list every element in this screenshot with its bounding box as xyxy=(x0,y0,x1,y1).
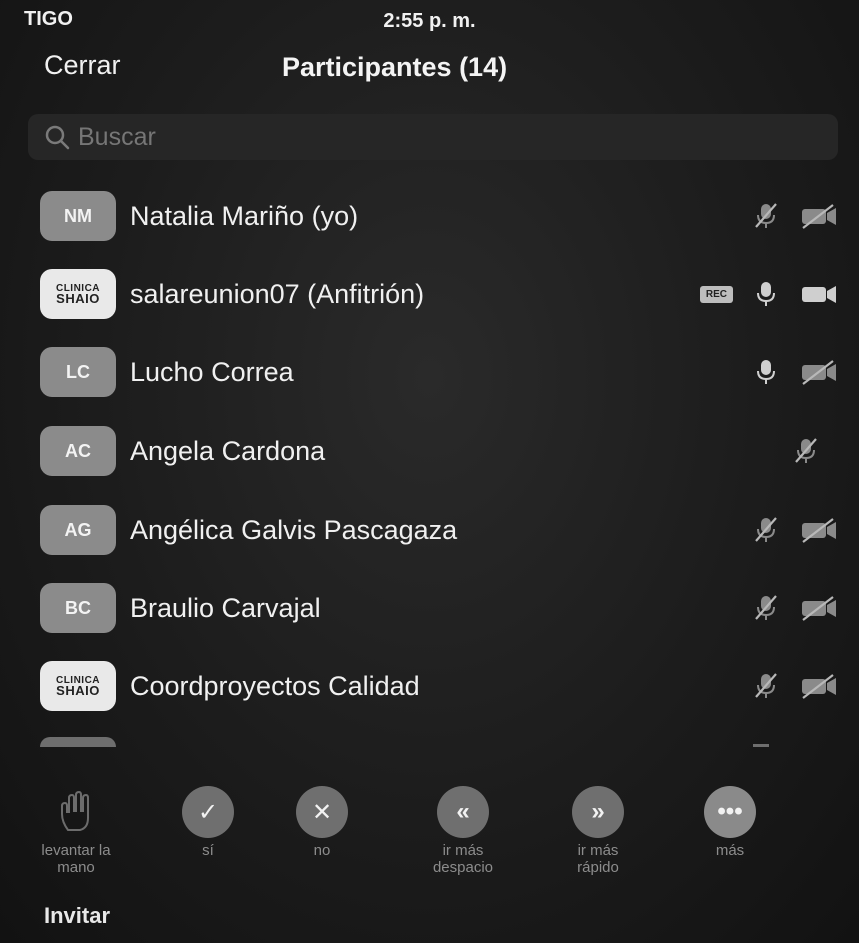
participant-name: Angélica Galvis Pascagaza xyxy=(130,514,458,545)
participant-name: salareunion07 (Anfitrión) xyxy=(130,278,425,309)
participant-status-icons xyxy=(751,201,839,231)
search-icon xyxy=(45,125,70,150)
participant-row[interactable]: CLINICA SHAIO Coordproyectos Calidad xyxy=(0,647,859,725)
invite-button[interactable]: Invitar xyxy=(44,903,110,929)
participant-status-icons xyxy=(791,436,839,466)
participant-avatar: LC xyxy=(40,347,116,397)
reaction-label-line: ir más xyxy=(577,842,619,859)
reaction-label-line: más xyxy=(715,842,745,859)
mic-muted-icon xyxy=(751,671,781,701)
participant-name: Natalia Mariño (yo) xyxy=(130,200,359,231)
reaction-label: no xyxy=(252,842,392,859)
reaction-go-faster-button[interactable]: » ir más rápido xyxy=(528,786,668,876)
participant-row[interactable]: NM Natalia Mariño (yo) xyxy=(0,177,859,255)
mic-muted-icon xyxy=(751,515,781,545)
participant-logo-avatar: CLINICA SHAIO xyxy=(40,661,116,711)
participants-screen: TIGO 2:55 p. m. Cerrar Participantes (14… xyxy=(0,0,859,943)
status-time: 2:55 p. m. xyxy=(383,10,476,32)
x-icon: ✕ xyxy=(296,786,348,838)
close-button[interactable]: Cerrar xyxy=(44,50,121,81)
mic-muted-icon xyxy=(751,201,781,231)
reaction-label-line: despacio xyxy=(432,859,494,876)
participant-name: Lucho Correa xyxy=(130,356,294,387)
video-off-icon xyxy=(799,515,839,545)
reaction-label-line: mano xyxy=(57,859,95,876)
reaction-label-line: no xyxy=(313,842,331,859)
video-off-icon xyxy=(799,671,839,701)
rewind-icon: « xyxy=(437,786,489,838)
reactions-bar: levantar la mano ✓ sí ✕ no «ir más despacio» ir … xyxy=(0,780,859,890)
reaction-raise-hand-button[interactable]: levantar la mano xyxy=(6,786,146,876)
participant-status-icons xyxy=(751,515,839,545)
reaction-label: ir más despacio xyxy=(393,842,533,876)
reaction-more-button[interactable]: ••• más xyxy=(660,786,800,859)
reaction-label: levantar la mano xyxy=(6,842,146,876)
mic-muted-icon xyxy=(791,436,821,466)
search-bar[interactable] xyxy=(28,114,838,160)
reaction-label-line: levantar la xyxy=(41,842,111,859)
partial-avatar xyxy=(40,737,116,747)
participant-logo-avatar: CLINICA SHAIO xyxy=(40,269,116,319)
participant-avatar: NM xyxy=(40,191,116,241)
video-off-icon xyxy=(799,357,839,387)
participant-row[interactable]: LC Lucho Correa xyxy=(0,333,859,411)
reaction-go-slower-button[interactable]: « ir más despacio xyxy=(393,786,533,876)
reaction-no-button[interactable]: ✕ no xyxy=(252,786,392,859)
participant-avatar: AG xyxy=(40,505,116,555)
participant-row[interactable]: AC Angela Cardona xyxy=(0,412,859,490)
participant-name: Angela Cardona xyxy=(130,435,326,466)
participant-row[interactable]: AG Angélica Galvis Pascagaza xyxy=(0,491,859,569)
participant-status-icons xyxy=(751,593,839,623)
partial-row-indicator xyxy=(753,744,769,747)
participant-name: Braulio Carvajal xyxy=(130,592,321,623)
reaction-label-line: ir más xyxy=(442,842,484,859)
reaction-label: más xyxy=(660,842,800,859)
reaction-label: ir más rápido xyxy=(528,842,668,876)
mic-muted-icon xyxy=(751,593,781,623)
video-icon xyxy=(799,279,839,309)
participant-row[interactable]: BC Braulio Carvajal xyxy=(0,569,859,647)
page-title: Participantes (14) xyxy=(282,52,508,82)
check-icon: ✓ xyxy=(182,786,234,838)
mic-icon xyxy=(751,357,781,387)
search-input[interactable] xyxy=(76,121,800,153)
participant-name: Coordproyectos Calidad xyxy=(130,670,420,701)
participant-row[interactable]: CLINICA SHAIO salareunion07 (Anfitrión) REC xyxy=(0,255,859,333)
recording-badge: REC xyxy=(699,285,733,303)
participant-avatar: BC xyxy=(40,583,116,633)
logo-text: SHAIO xyxy=(56,291,100,306)
participant-status-icons xyxy=(751,357,839,387)
participant-status-icons xyxy=(751,671,839,701)
hand-icon xyxy=(50,786,102,838)
ellipsis-icon: ••• xyxy=(704,786,756,838)
reaction-label-line: rápido xyxy=(577,859,619,876)
participant-avatar: AC xyxy=(40,426,116,476)
video-off-icon xyxy=(799,593,839,623)
video-off-icon xyxy=(799,201,839,231)
participant-status-icons: REC xyxy=(699,279,839,309)
fast-forward-icon: » xyxy=(572,786,624,838)
logo-text: SHAIO xyxy=(56,683,100,698)
mic-icon xyxy=(751,279,781,309)
